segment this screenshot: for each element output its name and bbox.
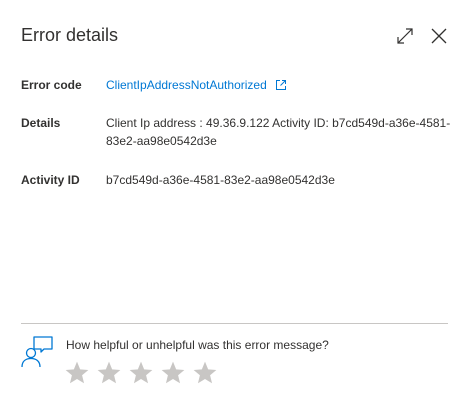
feedback-divider xyxy=(21,323,448,324)
error-details-panel: Error details Error code ClientIpAddress… xyxy=(0,0,467,408)
star-icon[interactable] xyxy=(96,360,122,386)
close-icon xyxy=(431,28,447,44)
close-button[interactable] xyxy=(429,26,449,46)
details-value: Client Ip address : 49.36.9.122 Activity… xyxy=(106,116,451,148)
error-code-link[interactable]: ClientIpAddressNotAuthorized xyxy=(106,78,267,92)
details-row: Details Client Ip address : 49.36.9.122 … xyxy=(21,114,451,150)
error-code-label: Error code xyxy=(21,78,82,92)
activity-id-value: b7cd549d-a36e-4581-83e2-aa98e0542d3e xyxy=(106,173,335,187)
error-code-row: Error code ClientIpAddressNotAuthorized xyxy=(21,76,451,94)
star-icon[interactable] xyxy=(160,360,186,386)
activity-id-label: Activity ID xyxy=(21,173,80,187)
star-icon[interactable] xyxy=(128,360,154,386)
star-icon[interactable] xyxy=(192,360,218,386)
header-actions xyxy=(395,26,449,46)
feedback-person-icon xyxy=(21,336,53,368)
details-label: Details xyxy=(21,116,61,130)
star-rating xyxy=(64,360,218,386)
expand-icon xyxy=(397,28,413,44)
panel-title: Error details xyxy=(21,25,119,45)
activity-id-row: Activity ID b7cd549d-a36e-4581-83e2-aa98… xyxy=(21,171,451,189)
maximize-button[interactable] xyxy=(395,26,415,46)
star-icon[interactable] xyxy=(64,360,90,386)
error-code-value-container: ClientIpAddressNotAuthorized xyxy=(106,76,451,94)
feedback-question: How helpful or unhelpful was this error … xyxy=(66,338,329,352)
external-link-icon[interactable] xyxy=(275,79,287,91)
